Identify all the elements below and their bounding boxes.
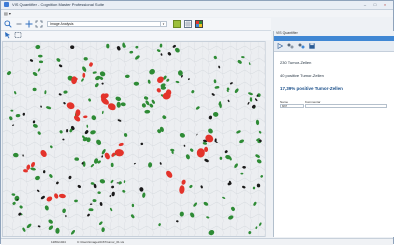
total-cells-text: 230 Tumor-Zellen — [280, 60, 312, 65]
analyze-tool-icon[interactable] — [173, 20, 181, 28]
cells-stain-icon — [298, 43, 305, 49]
tissue-background — [3, 42, 270, 236]
cells-icon — [287, 43, 294, 49]
fit-view-button[interactable] — [35, 20, 43, 28]
magnifier-icon — [4, 20, 12, 28]
chevron-down-icon: ▾ — [160, 22, 166, 26]
app-window: VIS Quantifier - Cognition Master Profes… — [0, 0, 394, 245]
fit-screen-icon — [35, 20, 43, 28]
results-area: 230 Tumor-Zellen 40 positive Tumor-Zelle… — [274, 52, 394, 237]
other-object — [65, 214, 67, 218]
menu-bar: ▤ ▾ — [1, 10, 393, 17]
cursor-icon — [5, 32, 10, 39]
tissue-image — [3, 42, 270, 236]
title-bar: VIS Quantifier - Cognition Master Profes… — [1, 1, 393, 10]
floppy-disk-icon — [309, 43, 315, 49]
close-button[interactable]: × — [381, 2, 389, 7]
grid-tool-icon[interactable] — [184, 20, 192, 28]
pan-arrows-icon — [25, 20, 33, 28]
status-resolution: 1280x1024 — [51, 240, 66, 244]
secondary-toolbar — [1, 31, 271, 40]
window-title: VIS Quantifier - Cognition Master Profes… — [12, 2, 105, 7]
rectangle-tool-button[interactable] — [14, 31, 22, 39]
maximize-button[interactable]: □ — [371, 2, 379, 7]
play-button[interactable] — [277, 43, 283, 49]
file-menu[interactable]: ▤ ▾ — [4, 10, 11, 17]
positive-cells-text: 40 positive Tumor-Zellen — [280, 73, 324, 78]
save-button[interactable] — [309, 43, 315, 49]
zoom-out-button[interactable] — [15, 20, 23, 28]
main-toolbar: Image Analysis ▾ — [1, 18, 271, 31]
color-palette-icon — [196, 21, 202, 27]
comment-field[interactable] — [305, 104, 387, 108]
image-viewer[interactable] — [2, 41, 271, 237]
percent-positive-text: 17,39% positive Tumor-Zellen — [280, 86, 343, 91]
viewer-scrollbar[interactable] — [265, 41, 271, 237]
play-icon — [277, 43, 283, 49]
cells-button-2[interactable] — [298, 43, 305, 49]
cells-button-1[interactable] — [287, 43, 294, 49]
name-field[interactable]: Ki67 — [280, 104, 304, 108]
app-logo-icon — [4, 2, 9, 7]
minus-icon — [16, 23, 22, 25]
color-tool-icon[interactable] — [195, 20, 203, 28]
pan-button[interactable] — [25, 20, 33, 28]
panel-toolbar — [274, 41, 394, 52]
zoom-in-button[interactable] — [4, 20, 12, 28]
minimize-button[interactable]: – — [361, 2, 369, 7]
status-file-path: C:\Users\Images\Ki67\tumor_01.vis — [77, 240, 125, 244]
analysis-panel: VIS Quantifier VIS Quantifier — [273, 31, 394, 237]
rectangle-select-icon — [14, 32, 22, 38]
layer-dropdown[interactable]: Image Analysis ▾ — [47, 21, 167, 27]
select-tool-button[interactable] — [4, 31, 12, 39]
grid-icon — [185, 21, 191, 27]
layer-dropdown-value: Image Analysis — [50, 22, 74, 26]
